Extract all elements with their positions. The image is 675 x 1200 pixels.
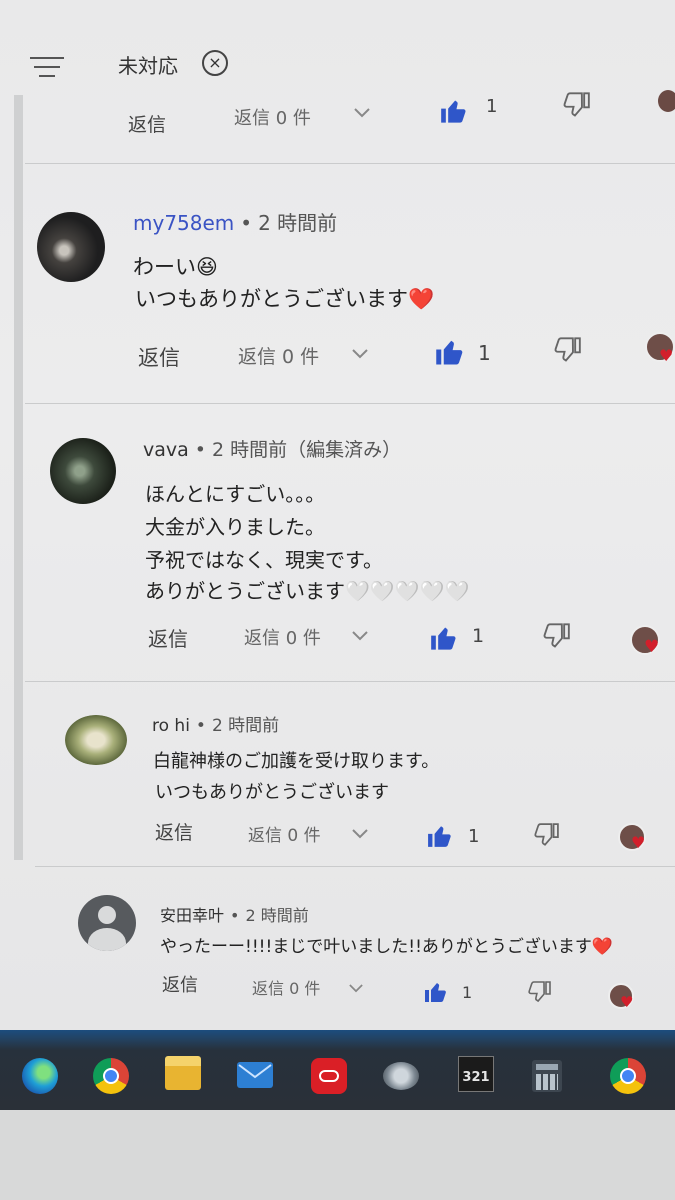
- filter-chip-label[interactable]: 未対応: [118, 50, 178, 79]
- chevron-down-icon[interactable]: [352, 829, 368, 839]
- comment-time: 2 時間前: [245, 906, 309, 925]
- reply-count[interactable]: 返信 0 件: [238, 342, 319, 369]
- creator-heart-badge: ♥: [645, 332, 675, 365]
- creator-heart-badge: ♥: [608, 983, 642, 1013]
- like-icon[interactable]: [430, 625, 458, 651]
- comment-item: vava • 2 時間前（編集済み） ほんとにすごい。。。 大金が入りました。 予祝…: [0, 405, 675, 680]
- chevron-down-icon[interactable]: [352, 349, 368, 359]
- reply-button[interactable]: 返信: [162, 971, 198, 997]
- like-count: 1: [472, 625, 485, 647]
- like-count: 1: [486, 96, 498, 117]
- filter-icon[interactable]: [30, 57, 64, 81]
- video-editor-icon[interactable]: 321: [458, 1056, 494, 1092]
- like-icon[interactable]: [435, 338, 465, 366]
- reply-count[interactable]: 返信 0 件: [244, 624, 321, 650]
- comment-text-line: いつもありがとうございます❤️: [135, 287, 435, 311]
- heart-icon: ♥: [644, 637, 660, 657]
- avatar[interactable]: [37, 212, 105, 282]
- meta-separator: •: [194, 439, 206, 461]
- comment-partial: 返信 返信 0 件 1: [0, 90, 675, 150]
- dislike-icon[interactable]: [533, 823, 559, 847]
- dislike-icon[interactable]: [553, 337, 581, 363]
- comment-meta: ro hi • 2 時間前: [152, 711, 279, 736]
- meta-separator: •: [230, 906, 240, 925]
- monitor-bezel: [0, 1110, 675, 1200]
- comment-time: 2 時間前（編集済み）: [212, 439, 402, 461]
- divider: [25, 681, 675, 682]
- comments-toolbar: 未対応 ×: [0, 0, 675, 95]
- dislike-icon[interactable]: [562, 92, 590, 118]
- youtube-studio-comments: 未対応 × 返信 返信 0 件 1 my758em • 2 時間前 わーい😆 いつも…: [0, 0, 675, 1030]
- chevron-down-icon[interactable]: [352, 631, 368, 641]
- comment-meta: 安田幸叶 • 2 時間前: [160, 902, 309, 926]
- author-name[interactable]: ro hi: [152, 716, 190, 736]
- chrome-app-icon[interactable]: [610, 1058, 646, 1094]
- comment-text-line: ありがとうございます🤍🤍🤍🤍🤍: [145, 579, 470, 603]
- comment-text-line: やったーー!!!!まじで叶いました!!ありがとうございます❤️: [160, 937, 614, 957]
- author-name[interactable]: my758em: [133, 211, 234, 235]
- default-avatar-icon[interactable]: [78, 895, 136, 951]
- like-count: 1: [468, 826, 480, 847]
- creator-avatar: [658, 90, 675, 112]
- video-editor-label: 321: [462, 1070, 490, 1085]
- comment-time: 2 時間前: [211, 716, 280, 736]
- filter-chip-close-icon[interactable]: ×: [202, 50, 228, 76]
- like-icon[interactable]: [440, 98, 468, 124]
- meta-separator: •: [240, 211, 253, 235]
- chevron-down-icon[interactable]: [354, 108, 370, 118]
- divider: [25, 163, 675, 164]
- author-name[interactable]: 安田幸叶: [160, 906, 224, 925]
- comment-text-line: ほんとにすごい。。。: [145, 482, 326, 506]
- creative-cloud-icon[interactable]: [311, 1058, 347, 1094]
- gadget-icon[interactable]: [383, 1062, 419, 1090]
- mail-icon[interactable]: [237, 1062, 273, 1088]
- comment-text-line: 白龍神様のご加護を受け取ります。: [153, 751, 440, 772]
- creator-heart-badge: ♥: [618, 823, 652, 855]
- divider: [25, 403, 675, 404]
- chevron-down-icon[interactable]: [349, 984, 363, 993]
- like-count: 1: [462, 983, 473, 1002]
- like-count: 1: [478, 341, 491, 365]
- comment-text-line: 大金が入りました。: [145, 515, 325, 539]
- calculator-icon[interactable]: [532, 1060, 562, 1092]
- avatar[interactable]: [50, 438, 116, 504]
- comment-meta: my758em • 2 時間前: [133, 207, 337, 236]
- reply-button[interactable]: 返信: [138, 342, 180, 372]
- heart-icon: ♥: [620, 993, 634, 1011]
- reply-button[interactable]: 返信: [128, 110, 166, 137]
- creator-heart-badge: [658, 90, 675, 114]
- comment-item: my758em • 2 時間前 わーい😆 いつもありがとうございます❤️ 返信 返信…: [0, 165, 675, 405]
- like-icon[interactable]: [424, 981, 448, 1003]
- comment-item: ro hi • 2 時間前 白龍神様のご加護を受け取ります。 いつもありがとうござい…: [0, 683, 675, 863]
- reply-count[interactable]: 返信 0 件: [248, 821, 321, 846]
- comment-time: 2 時間前: [258, 211, 338, 235]
- windows-taskbar: 321: [0, 1030, 675, 1110]
- reply-count[interactable]: 返信 0 件: [234, 104, 311, 130]
- comment-text-line: いつもありがとうございます: [155, 782, 389, 803]
- reply-button[interactable]: 返信: [148, 623, 188, 652]
- heart-icon: ♥: [631, 833, 646, 852]
- comment-meta: vava • 2 時間前（編集済み）: [143, 435, 401, 462]
- reply-count[interactable]: 返信 0 件: [252, 975, 320, 999]
- comment-text-line: 予祝ではなく、現実です。: [145, 548, 383, 572]
- like-icon[interactable]: [427, 824, 453, 848]
- avatar[interactable]: [65, 715, 127, 765]
- creator-heart-badge: ♥: [630, 625, 664, 657]
- edge-icon[interactable]: [22, 1058, 58, 1094]
- chrome-icon[interactable]: [93, 1058, 129, 1094]
- divider: [35, 866, 675, 867]
- scrollbar[interactable]: [14, 95, 23, 860]
- comment-item: 安田幸叶 • 2 時間前 やったーー!!!!まじで叶いました!!ありがとうございます…: [0, 868, 675, 1028]
- comment-text-line: わーい😆: [133, 255, 218, 279]
- dislike-icon[interactable]: [542, 623, 570, 649]
- reply-button[interactable]: 返信: [155, 818, 193, 845]
- heart-icon: ♥: [659, 346, 674, 365]
- folder-icon[interactable]: [165, 1056, 201, 1090]
- meta-separator: •: [195, 716, 206, 736]
- dislike-icon[interactable]: [527, 981, 551, 1003]
- author-name[interactable]: vava: [143, 439, 189, 461]
